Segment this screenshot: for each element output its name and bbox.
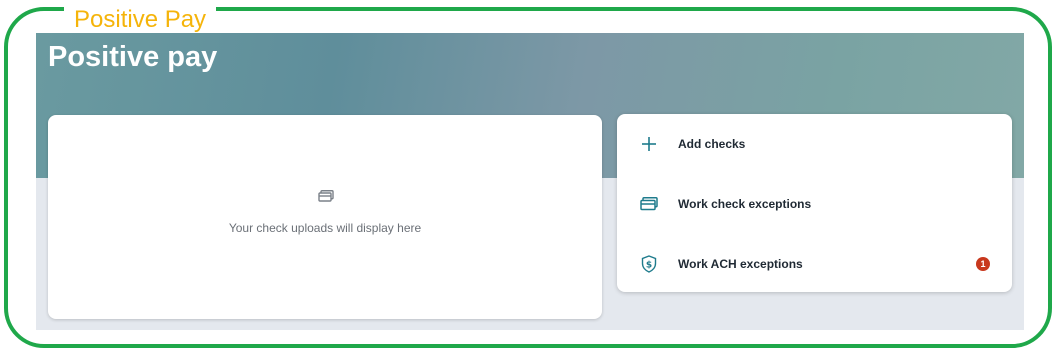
add-checks-label: Add checks xyxy=(678,137,746,151)
frame-title: Positive Pay xyxy=(64,2,217,32)
check-card-icon xyxy=(639,194,659,214)
check-stack-icon xyxy=(318,189,334,202)
empty-state-message: Your check uploads will display here xyxy=(228,221,422,235)
svg-text:$: $ xyxy=(646,261,652,271)
plus-icon xyxy=(639,134,659,154)
check-uploads-card: Your check uploads will display here xyxy=(48,115,602,319)
work-ach-exceptions-label: Work ACH exceptions xyxy=(678,257,803,271)
shield-dollar-icon: $ xyxy=(639,254,659,274)
page-title: Positive pay xyxy=(48,41,218,73)
work-check-exceptions-button[interactable]: Work check exceptions xyxy=(617,182,1012,226)
notification-badge: 1 xyxy=(976,257,990,271)
work-ach-exceptions-button[interactable]: $ Work ACH exceptions 1 xyxy=(617,242,1012,286)
actions-card: Add checks Work check exceptions $ Work … xyxy=(617,114,1012,292)
work-check-exceptions-label: Work check exceptions xyxy=(678,197,812,211)
app-screen: Positive pay Your check uploads will dis… xyxy=(36,33,1024,330)
add-checks-button[interactable]: Add checks xyxy=(617,122,1012,166)
